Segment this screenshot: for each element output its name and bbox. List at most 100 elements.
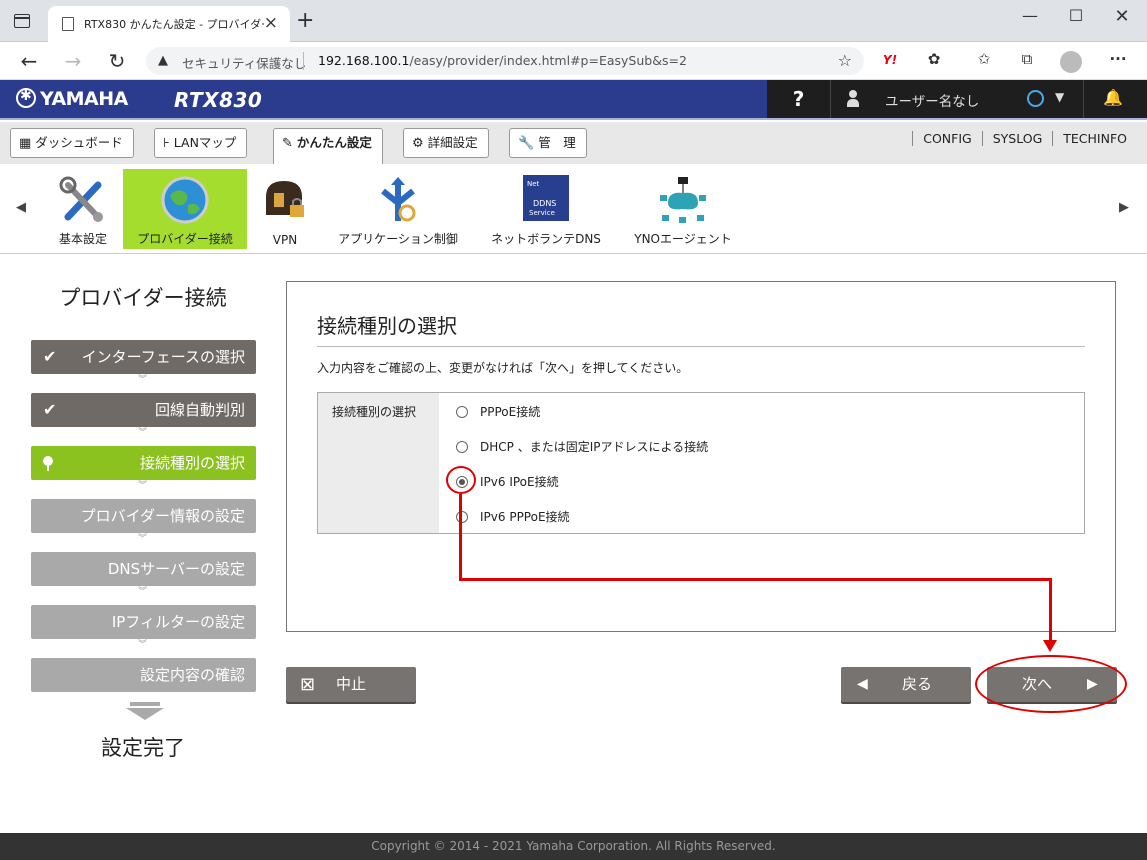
browser-tab[interactable]: RTX830 かんたん設定 - プロバイダー接続 × [48,6,290,42]
option-pppoe[interactable]: PPPoE接続 [456,403,540,420]
option-label: IPv6 PPPoE接続 [480,510,570,524]
user-name[interactable]: ユーザー名なし [885,90,979,110]
router-header: YAMAHA RTX830 ? ユーザー名なし ▼ 🔔 [0,80,1147,120]
url-path: /easy/provider/index.html#p=EasySub&s=2 [409,53,687,68]
icon-basic-settings[interactable]: 基本設定 [50,169,116,249]
check-icon: ✔ [43,347,57,366]
button-label: 戻る [901,675,932,693]
wrench-icon: 🔧 [518,136,535,151]
forward-icon[interactable]: → [60,48,86,74]
app-control-icon [381,177,416,222]
yahoo-extension-icon[interactable]: Y! [876,53,904,67]
profile-avatar[interactable] [1060,51,1082,73]
url-text: 192.168.100.1/easy/provider/index.html#p… [318,53,687,68]
header-divider [1083,80,1084,118]
tab-lan-map[interactable]: ⊦ LANマップ [154,128,248,158]
icon-label: プロバイダー接続 [137,232,233,246]
back-icon[interactable]: ← [16,48,42,74]
radio-dhcp-static[interactable] [456,441,468,453]
icon-label: アプリケーション制御 [338,232,458,246]
chevron-down-icon: ︾ [138,640,148,650]
back-button[interactable]: ◀ 戻る [841,667,971,702]
step-confirm-settings: 設定内容の確認 [31,658,256,692]
model-name: RTX830 [174,88,263,112]
globe-icon [161,176,209,224]
step-label: 回線自動判別 [154,401,245,419]
syslog-link[interactable]: SYSLOG [981,131,1053,146]
field-label: 接続種別の選択 [318,393,439,533]
icon-label: YNOエージェント [634,232,732,246]
check-icon: ✔ [43,400,57,419]
ddns-icon-text: Net [527,180,540,188]
step-label: インターフェースの選択 [81,348,245,366]
tab-advanced-settings[interactable]: ⚙ 詳細設定 [403,128,489,158]
annotation-circle-selected-option [446,466,476,494]
step-label: 設定内容の確認 [139,666,245,684]
title-divider [317,346,1085,347]
caret-down-icon[interactable]: ▼ [1055,90,1064,104]
radio-pppoe[interactable] [456,406,468,418]
tab-easy-setup[interactable]: ✎ かんたん設定 [273,128,383,164]
lan-map-icon: ⊦ [163,136,170,151]
tab-label: LANマップ [173,135,237,150]
tools-icon [59,176,103,222]
option-dhcp-static[interactable]: DHCP 、または固定IPアドレスによる接続 [456,438,708,455]
wand-icon: ✎ [282,136,293,151]
radio-ipv6-pppoe[interactable] [456,511,468,523]
collections-icon[interactable]: ⧉ [1013,50,1041,68]
scroll-right-icon[interactable]: ▶ [1119,200,1129,215]
user-icon [847,90,859,108]
icon-label: ネットボランテDNS [491,232,601,246]
ddns-service-icon: Net DDNS Service [523,175,569,221]
ddns-icon-text: Service [529,209,555,217]
scroll-left-icon[interactable]: ◀ [16,200,26,215]
step-provider-info: プロバイダー情報の設定 [31,499,256,533]
bell-icon[interactable]: 🔔 [1103,88,1123,107]
option-label: PPPoE接続 [480,405,541,419]
icon-label: 基本設定 [58,232,107,246]
add-favorite-icon[interactable]: ☆ [838,51,852,70]
help-button[interactable]: ? [767,80,831,118]
ddns-icon-text: DDNS [533,199,556,208]
page-favicon-icon [62,17,74,31]
icon-label: VPN [272,233,298,247]
connection-type-form: 接続種別の選択 PPPoE接続 DHCP 、または固定IPアドレスによる接続 I… [317,392,1085,534]
icon-provider-connection[interactable]: プロバイダー接続 [123,169,247,249]
tab-label: かんたん設定 [296,135,372,150]
maximize-icon[interactable]: ☐ [1056,6,1096,25]
extensions-icon[interactable]: ✿ [920,50,948,68]
step-dns-server: DNSサーバーの設定 [31,552,256,586]
more-menu-icon[interactable]: ··· [1104,50,1132,68]
vpn-lock-icon [266,181,304,217]
reload-icon[interactable]: ↻ [104,48,130,74]
status-ring-icon[interactable] [1027,90,1044,107]
step-ip-filter: IPフィルターの設定 [31,605,256,639]
tab-close-icon[interactable]: × [264,13,278,33]
new-tab-icon[interactable]: + [296,10,314,32]
annotation-circle-next-button [975,655,1127,713]
main-tabs: ▦ ダッシュボード ⊦ LANマップ ✎ かんたん設定 ⚙ 詳細設定 🔧 管 理 CONF… [0,122,1147,164]
icon-vpn[interactable]: VPN [257,169,313,249]
icon-yno-agent[interactable]: YNOエージェント [626,169,740,249]
address-bar: ← → ↻ ▲ セキュリティ保護なし 192.168.100.1/easy/pr… [0,42,1147,80]
tab-management[interactable]: 🔧 管 理 [509,128,587,158]
option-ipv6-pppoe[interactable]: IPv6 PPPoE接続 [456,508,570,525]
yamaha-tuning-fork-icon [16,88,36,108]
network-topology-icon [660,177,706,223]
minimize-icon[interactable]: — [1010,6,1050,25]
tab-label: 詳細設定 [427,135,478,150]
tab-dashboard[interactable]: ▦ ダッシュボード [10,128,134,158]
yamaha-logo: YAMAHA [16,88,128,110]
techinfo-link[interactable]: TECHINFO [1052,131,1137,146]
icon-application-control[interactable]: アプリケーション制御 [330,169,466,249]
icon-net-volante-dns[interactable]: Net DDNS Service ネットボランテDNS [484,169,608,249]
tab-actions-icon[interactable] [14,14,30,28]
cancel-button[interactable]: ⊠ 中止 [286,667,416,702]
pin-icon [43,456,53,471]
favorites-icon[interactable]: ✩ [970,50,998,68]
url-host: 192.168.100.1 [318,53,410,68]
config-link[interactable]: CONFIG [912,131,982,146]
warning-icon: ▲ [158,53,168,68]
url-field[interactable]: ▲ セキュリティ保護なし 192.168.100.1/easy/provider… [146,47,864,75]
window-close-icon[interactable]: ✕ [1102,6,1142,27]
